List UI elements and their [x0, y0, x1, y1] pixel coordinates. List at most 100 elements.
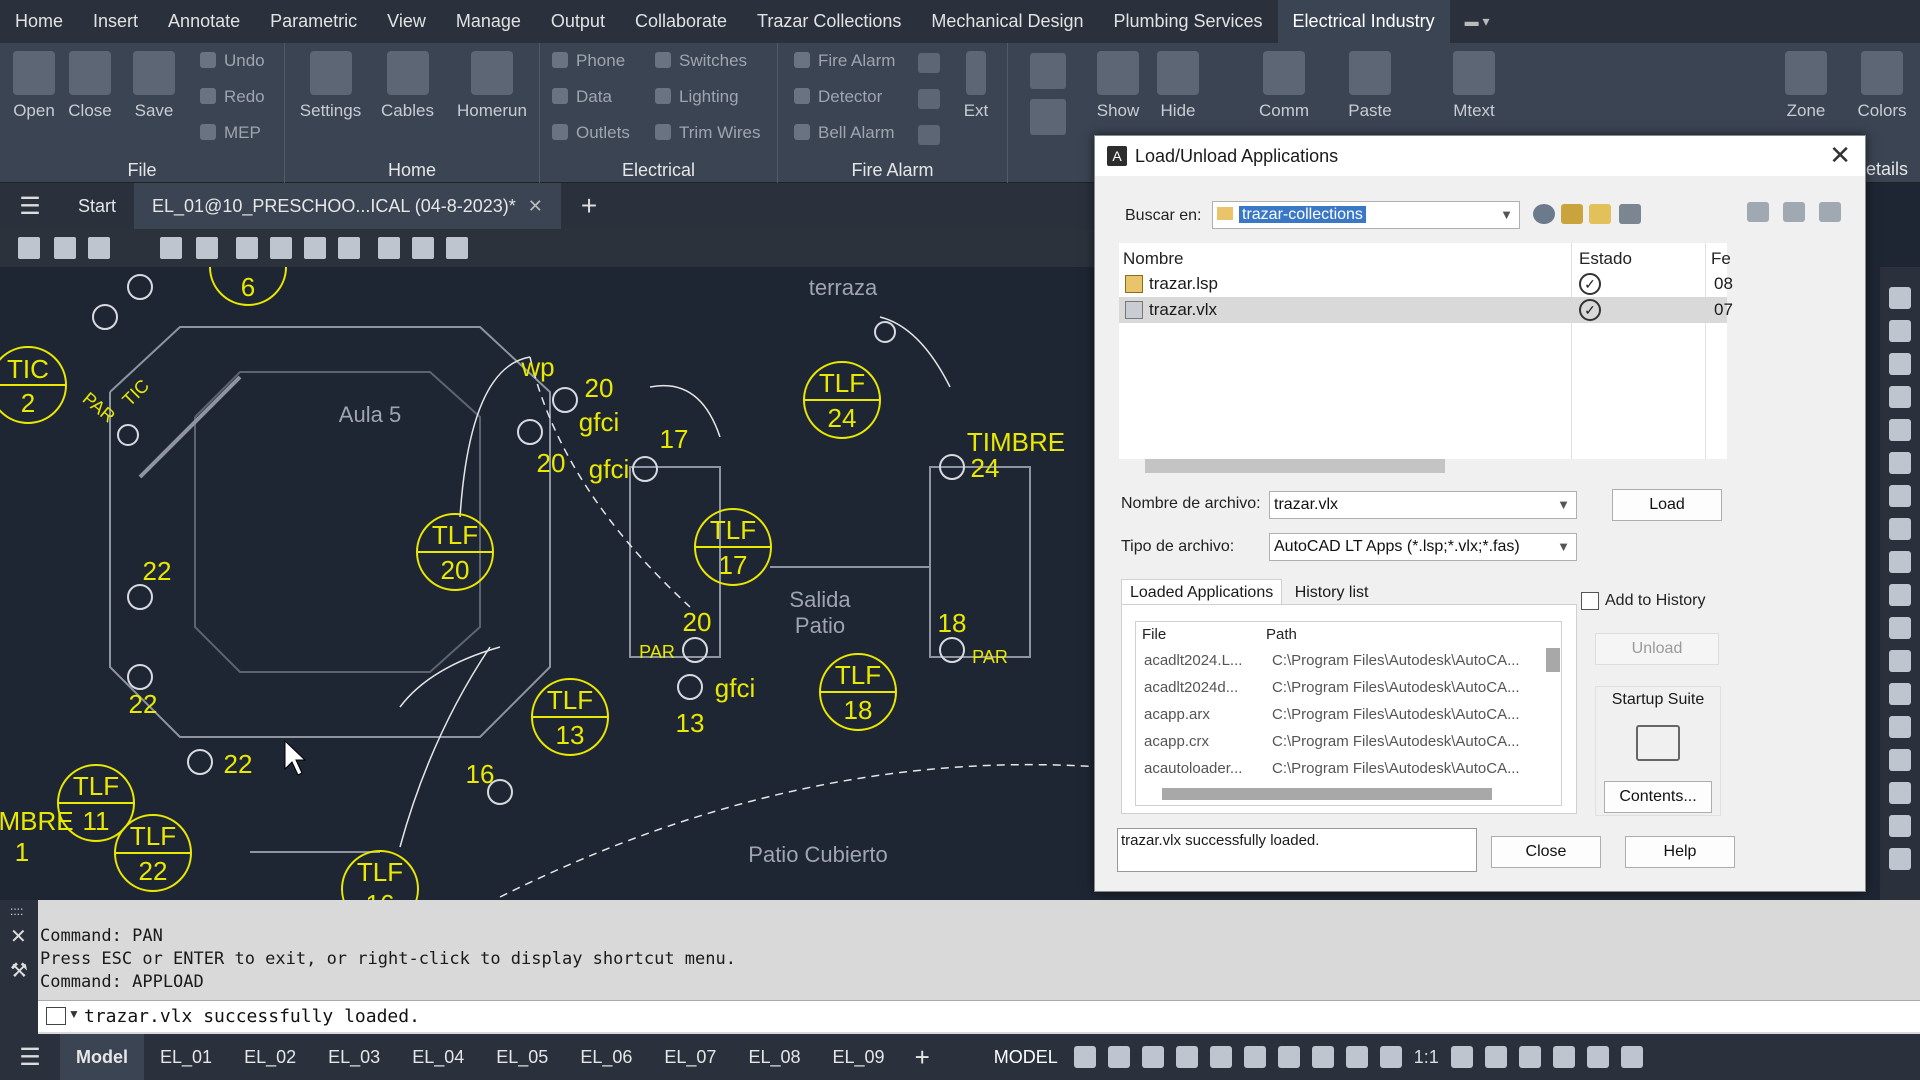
- side-tool-icon-1[interactable]: [1889, 287, 1911, 309]
- hardware-acceleration-icon[interactable]: [1552, 1046, 1575, 1068]
- customize-icon[interactable]: [1620, 1046, 1643, 1068]
- undo-button[interactable]: Undo: [200, 51, 265, 71]
- file-list-scrollbar[interactable]: [1145, 459, 1445, 473]
- tool-icon-10[interactable]: [378, 237, 400, 259]
- wrench-icon[interactable]: ⚒: [10, 958, 28, 983]
- command-prompt-icon[interactable]: [46, 1007, 66, 1025]
- polar-icon[interactable]: [1175, 1046, 1198, 1068]
- homerun-button[interactable]: Homerun: [447, 49, 537, 121]
- save-button[interactable]: Save: [124, 49, 184, 121]
- caret-down-icon[interactable]: ▼: [68, 1007, 80, 1021]
- hamburger-menu-icon[interactable]: ☰: [0, 192, 60, 221]
- hide-button[interactable]: Hide: [1148, 49, 1208, 121]
- side-tool-icon-13[interactable]: [1889, 683, 1911, 705]
- tab-annotate[interactable]: Annotate: [153, 0, 255, 43]
- side-tool-icon-5[interactable]: [1889, 419, 1911, 441]
- ext-button[interactable]: Ext: [946, 49, 1006, 121]
- side-tool-icon-6[interactable]: [1889, 452, 1911, 474]
- fire-extra-icon-2[interactable]: [918, 89, 940, 109]
- tab-parametric[interactable]: Parametric: [255, 0, 372, 43]
- layout-tab-model[interactable]: Model: [60, 1034, 144, 1080]
- redo-button[interactable]: Redo: [200, 87, 265, 107]
- new-folder-icon[interactable]: [1589, 204, 1611, 224]
- col-header-status[interactable]: Estado: [1579, 249, 1632, 269]
- col-header-date[interactable]: Fe: [1711, 249, 1731, 269]
- folder-star-icon[interactable]: [1783, 202, 1805, 222]
- file-browser-list[interactable]: Nombre Estado Fe trazar.lsp ✓ 08 trazar.…: [1119, 243, 1733, 459]
- mep-button[interactable]: MEP: [200, 123, 261, 143]
- file-row[interactable]: trazar.lsp ✓ 08: [1119, 271, 1733, 297]
- drawing-canvas[interactable]: Aula 5 terraza Salida Patio Patio Cubier…: [0, 267, 1100, 900]
- file-row-selected[interactable]: trazar.vlx ✓ 07: [1119, 297, 1733, 323]
- side-tool-icon-17[interactable]: [1889, 815, 1911, 837]
- look-in-combo[interactable]: trazar-collections ▼: [1212, 201, 1520, 229]
- unload-button[interactable]: Unload: [1595, 633, 1719, 665]
- layout-tab-el04[interactable]: EL_04: [396, 1034, 480, 1080]
- side-tool-icon-11[interactable]: [1889, 617, 1911, 639]
- selection-cycling-icon[interactable]: [1277, 1046, 1300, 1068]
- drawing-tab[interactable]: EL_01@10_PRESCHOO...ICAL (04-8-2023)* ✕: [134, 183, 561, 229]
- col-header-file[interactable]: File: [1142, 626, 1166, 643]
- model-space-toggle[interactable]: MODEL: [984, 1047, 1068, 1068]
- colors-button[interactable]: Colors: [1852, 49, 1912, 121]
- side-tool-icon-10[interactable]: [1889, 584, 1911, 606]
- close-button[interactable]: Close: [60, 49, 120, 121]
- tab-electrical-industry[interactable]: Electrical Industry: [1277, 0, 1450, 43]
- layout-tab-el01[interactable]: EL_01: [144, 1034, 228, 1080]
- add-history-checkbox[interactable]: [1581, 592, 1599, 610]
- tool-icon-11[interactable]: [412, 237, 434, 259]
- side-tool-icon-8[interactable]: [1889, 518, 1911, 540]
- tab-history-list[interactable]: History list: [1287, 580, 1377, 605]
- col-header-path[interactable]: Path: [1266, 626, 1297, 643]
- tool-icon-7[interactable]: [270, 237, 292, 259]
- show-button[interactable]: Show: [1088, 49, 1148, 121]
- misc-tool-icon[interactable]: [1030, 53, 1066, 89]
- tab-trazar-collections[interactable]: Trazar Collections: [742, 0, 916, 43]
- tool-icon-3[interactable]: [88, 237, 110, 259]
- loaded-row[interactable]: acapp.arx C:\Program Files\Autodesk\AutoC…: [1136, 702, 1546, 728]
- filename-combo[interactable]: trazar.vlx ▼: [1269, 491, 1577, 519]
- tab-view[interactable]: View: [372, 0, 441, 43]
- filetype-combo[interactable]: AutoCAD LT Apps (*.lsp;*.vlx;*.fas) ▼: [1269, 533, 1577, 561]
- side-tool-icon-16[interactable]: [1889, 782, 1911, 804]
- loaded-row[interactable]: acautoloader... C:\Program Files\Autodesk…: [1136, 756, 1546, 782]
- folder-add-icon[interactable]: [1819, 202, 1841, 222]
- close-icon[interactable]: ✕: [528, 196, 543, 216]
- comm-button[interactable]: Comm: [1254, 49, 1314, 121]
- command-input[interactable]: ▼ trazar.vlx successfully loaded.: [38, 1000, 1920, 1032]
- back-icon[interactable]: [1533, 204, 1555, 224]
- tool-icon-2[interactable]: [54, 237, 76, 259]
- phone-button[interactable]: Phone: [552, 51, 625, 71]
- command-close-icon[interactable]: ✕: [10, 924, 27, 949]
- side-tool-icon-9[interactable]: [1889, 551, 1911, 573]
- layout-tab-el06[interactable]: EL_06: [564, 1034, 648, 1080]
- trim-wires-button[interactable]: Trim Wires: [655, 123, 761, 143]
- tab-mechanical-design[interactable]: Mechanical Design: [916, 0, 1098, 43]
- contents-button[interactable]: Contents...: [1604, 781, 1712, 813]
- add-layout-plus-icon[interactable]: +: [901, 1042, 944, 1073]
- loaded-row[interactable]: acadlt2024.L... C:\Program Files\Autodesk…: [1136, 648, 1546, 674]
- tool-icon-9[interactable]: [338, 237, 360, 259]
- ortho-icon[interactable]: [1141, 1046, 1164, 1068]
- tool-icon-6[interactable]: [236, 237, 258, 259]
- data-button[interactable]: Data: [552, 87, 612, 107]
- view-menu-icon[interactable]: [1619, 204, 1641, 224]
- tab-manage[interactable]: Manage: [441, 0, 536, 43]
- switches-button[interactable]: Switches: [655, 51, 747, 71]
- settings-button[interactable]: Settings: [293, 49, 368, 121]
- fire-alarm-button[interactable]: Fire Alarm: [794, 51, 895, 71]
- annotation-visibility-icon[interactable]: [1311, 1046, 1334, 1068]
- close-button[interactable]: Close: [1491, 836, 1601, 868]
- loaded-hscroll[interactable]: [1162, 788, 1492, 800]
- start-tab[interactable]: Start: [60, 183, 134, 229]
- side-tool-icon-2[interactable]: [1889, 320, 1911, 342]
- grip-icon[interactable]: ::::: [10, 904, 23, 918]
- zone-button[interactable]: Zone: [1776, 49, 1836, 121]
- layout-tab-el05[interactable]: EL_05: [480, 1034, 564, 1080]
- tab-loaded-applications[interactable]: Loaded Applications: [1121, 579, 1283, 605]
- tab-home[interactable]: Home: [0, 0, 78, 43]
- tab-insert[interactable]: Insert: [78, 0, 153, 43]
- isolate-icon[interactable]: [1518, 1046, 1541, 1068]
- paste-button[interactable]: Paste: [1340, 49, 1400, 121]
- side-tool-icon-7[interactable]: [1889, 485, 1911, 507]
